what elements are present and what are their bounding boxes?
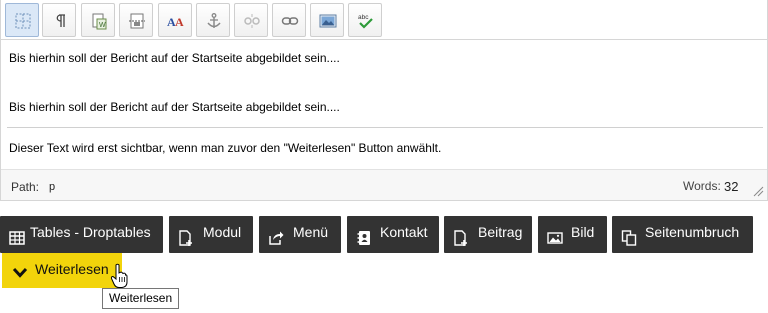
- paste-from-word-button[interactable]: W: [81, 3, 115, 37]
- editor: W A A abc Bis hierhin soll der Bericht a…: [0, 0, 768, 201]
- contact-card-icon: [357, 231, 370, 245]
- unlink-icon: [244, 14, 260, 28]
- editor-toolbar: W A A abc: [1, 0, 767, 40]
- svg-text:abc: abc: [358, 14, 369, 21]
- bild-button[interactable]: Bild: [538, 216, 607, 253]
- svg-text:W: W: [99, 22, 106, 29]
- beitrag-label: Beitrag: [478, 224, 523, 240]
- anchor-button[interactable]: [196, 3, 230, 37]
- spellcheck-icon: abc: [358, 14, 373, 29]
- picture-icon: [547, 232, 563, 244]
- words-label: Words:: [683, 179, 721, 193]
- image-button[interactable]: [310, 3, 344, 37]
- words-count: 32: [724, 179, 739, 194]
- menu-label: Menü: [293, 224, 329, 240]
- share-icon: [269, 231, 284, 245]
- beitrag-button[interactable]: Beitrag: [444, 216, 532, 253]
- path-element[interactable]: p: [49, 181, 55, 193]
- text-color-icon: A A: [167, 15, 184, 29]
- content-paragraph-1: Bis hierhin soll der Bericht auf der Sta…: [9, 51, 340, 65]
- document-add-icon: [179, 230, 192, 246]
- readmore-separator: [7, 127, 763, 128]
- menu-button[interactable]: Menü: [259, 216, 341, 253]
- editor-statusbar: Path: p Words: 32: [1, 169, 767, 200]
- modul-label: Modul: [203, 224, 242, 240]
- seitenumbruch-button[interactable]: Seitenumbruch: [612, 216, 753, 253]
- table-icon: [9, 231, 25, 245]
- resize-handle-icon[interactable]: [753, 186, 764, 197]
- path-label: Path:: [11, 180, 40, 194]
- copy-document-icon: [621, 230, 637, 246]
- chevron-down-icon: [12, 267, 28, 278]
- link-button[interactable]: [272, 3, 306, 37]
- image-icon: [319, 14, 337, 28]
- weiterlesen-button[interactable]: Weiterlesen: [2, 253, 122, 288]
- svg-text:A: A: [175, 15, 184, 29]
- modul-button[interactable]: Modul: [169, 216, 253, 253]
- page-break-icon: [129, 13, 145, 29]
- tooltip: Weiterlesen: [102, 288, 180, 309]
- page-break-button[interactable]: [119, 3, 153, 37]
- seitenumbruch-label: Seitenumbruch: [645, 224, 740, 240]
- unlink-button[interactable]: [234, 3, 268, 37]
- tables-droptables-button[interactable]: Tables - Droptables: [0, 216, 163, 253]
- content-paragraph-2: Bis hierhin soll der Bericht auf der Sta…: [9, 100, 340, 114]
- hand-pointer-cursor-icon: [110, 263, 128, 288]
- document-add-icon: [454, 230, 467, 246]
- anchor-icon: [207, 13, 221, 28]
- kontakt-button[interactable]: Kontakt: [347, 216, 439, 253]
- show-blocks-button[interactable]: [5, 3, 39, 37]
- link-icon: [281, 17, 299, 25]
- weiterlesen-label: Weiterlesen: [35, 261, 109, 277]
- paragraph-marks-button[interactable]: [42, 3, 76, 37]
- editor-content[interactable]: Bis hierhin soll der Bericht auf der Sta…: [1, 41, 767, 169]
- content-paragraph-3: Dieser Text wird erst sichtbar, wenn man…: [9, 141, 442, 155]
- paste-from-word-icon: W: [92, 13, 107, 30]
- show-blocks-icon: [15, 13, 31, 29]
- bild-label: Bild: [571, 224, 595, 240]
- text-color-button[interactable]: A A: [158, 3, 192, 37]
- spellcheck-button[interactable]: abc: [348, 3, 382, 37]
- tables-droptables-label: Tables - Droptables: [30, 224, 151, 240]
- kontakt-label: Kontakt: [380, 224, 428, 240]
- paragraph-marks-icon: [56, 14, 65, 27]
